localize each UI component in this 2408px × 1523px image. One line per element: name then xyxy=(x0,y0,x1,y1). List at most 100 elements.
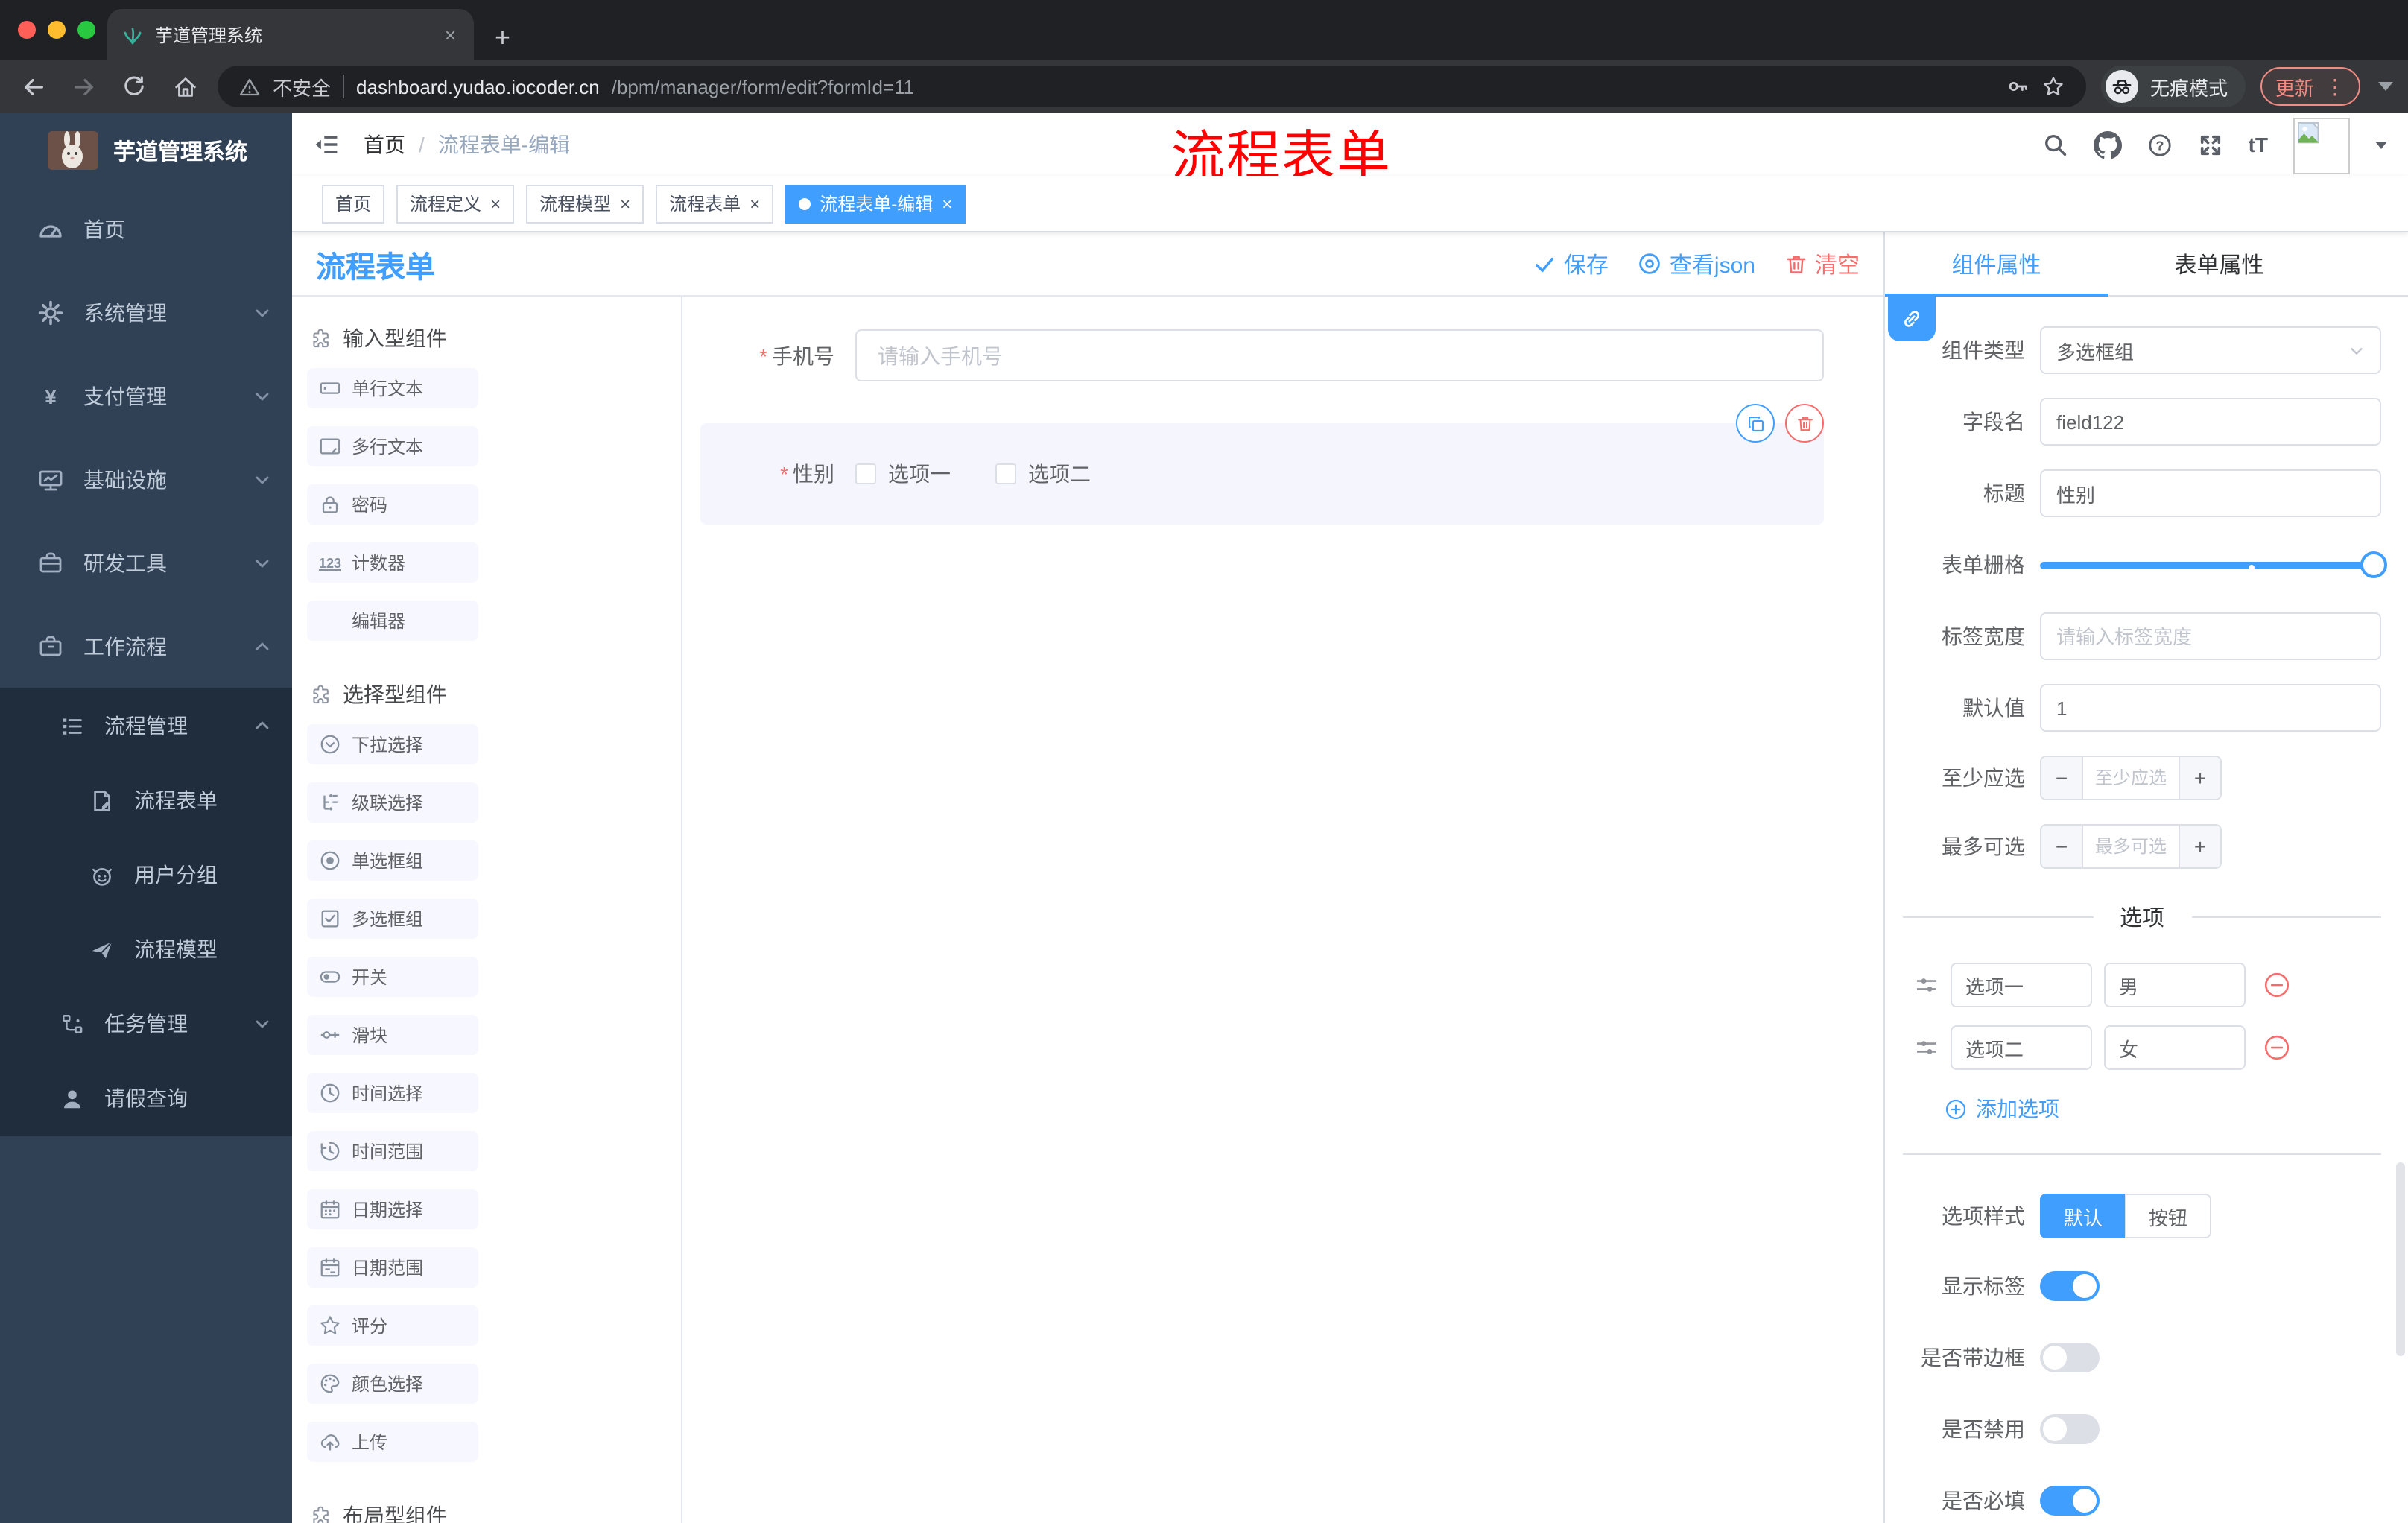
tab-form-props[interactable]: 表单属性 xyxy=(2108,232,2331,295)
font-size-icon[interactable]: tT xyxy=(2249,133,2268,156)
canvas-field-phone[interactable]: * 手机号 xyxy=(700,329,1824,381)
fullscreen-icon[interactable] xyxy=(2198,132,2223,157)
link-handle-button[interactable] xyxy=(1888,297,1936,341)
checkbox-box[interactable] xyxy=(995,463,1016,484)
drag-handle-icon[interactable] xyxy=(1915,1036,1939,1060)
component-color[interactable]: 颜色选择 xyxy=(307,1364,478,1404)
back-icon[interactable] xyxy=(15,69,51,104)
copy-component-button[interactable] xyxy=(1736,404,1775,443)
component-date-range[interactable]: 日期范围 xyxy=(307,1247,478,1288)
add-option-button[interactable]: 添加选项 xyxy=(1945,1094,2381,1124)
checkbox-box[interactable] xyxy=(855,463,876,484)
tab-close-icon[interactable]: × xyxy=(442,23,459,45)
avatar[interactable] xyxy=(2293,118,2350,174)
tag-process-form-edit[interactable]: 流程表单-编辑 × xyxy=(785,184,966,223)
save-button[interactable]: 保存 xyxy=(1534,248,1609,279)
default-value-input[interactable] xyxy=(2040,684,2381,732)
component-time[interactable]: 时间选择 xyxy=(307,1073,478,1113)
tag-close-icon[interactable]: × xyxy=(942,194,952,212)
browser-menu-icon[interactable]: ⋮ xyxy=(2325,74,2345,99)
breadcrumb-home[interactable]: 首页 xyxy=(364,130,405,159)
component-switch[interactable]: 开关 xyxy=(307,957,478,997)
sidebar-item-process-form[interactable]: 流程表单 xyxy=(0,763,292,838)
security-label[interactable]: 不安全 xyxy=(273,72,331,101)
border-toggle[interactable] xyxy=(2040,1343,2100,1372)
bookmark-star-icon[interactable] xyxy=(2041,75,2065,98)
tab-component-props[interactable]: 组件属性 xyxy=(1885,232,2108,295)
remove-option-button[interactable] xyxy=(2263,1034,2290,1061)
sidebar-item-infra[interactable]: 基础设施 xyxy=(0,438,292,522)
component-editor[interactable]: 编辑器 xyxy=(307,601,478,641)
reload-icon[interactable] xyxy=(116,69,152,104)
stepper-decrease-button[interactable]: − xyxy=(2041,826,2083,867)
address-bar[interactable]: 不安全 dashboard.yudao.iocoder.cn /bpm/mana… xyxy=(218,66,2086,107)
github-icon[interactable] xyxy=(2093,130,2122,159)
stepper-decrease-button[interactable]: − xyxy=(2041,757,2083,799)
component-slider[interactable]: 滑块 xyxy=(307,1015,478,1055)
required-toggle[interactable] xyxy=(2040,1486,2100,1516)
clear-button[interactable]: 清空 xyxy=(1785,248,1860,279)
checkbox-option-1[interactable]: 选项一 xyxy=(855,459,951,489)
sidebar-item-task-mgmt[interactable]: 任务管理 xyxy=(0,987,292,1061)
sidebar-logo[interactable]: 芋道管理系统 xyxy=(0,113,292,188)
grid-slider[interactable] xyxy=(2040,541,2387,589)
window-minimize-button[interactable] xyxy=(48,21,66,39)
min-select-input[interactable] xyxy=(2083,757,2179,799)
not-secure-warning-icon[interactable] xyxy=(238,75,261,98)
field-name-input[interactable] xyxy=(2040,398,2381,446)
component-time-range[interactable]: 时间范围 xyxy=(307,1131,478,1171)
window-zoom-button[interactable] xyxy=(77,21,95,39)
help-icon[interactable]: ? xyxy=(2147,132,2173,157)
style-default-button[interactable]: 默认 xyxy=(2040,1194,2126,1238)
home-icon[interactable] xyxy=(167,69,203,104)
sidebar-item-user-group[interactable]: 用户分组 xyxy=(0,838,292,912)
sidebar-item-system[interactable]: 系统管理 xyxy=(0,271,292,355)
tag-process-definition[interactable]: 流程定义 × xyxy=(396,184,515,223)
sidebar-item-leave-query[interactable]: 请假查询 xyxy=(0,1061,292,1136)
panel-scrollbar[interactable] xyxy=(2396,1162,2405,1356)
option-value-input[interactable] xyxy=(2104,1025,2246,1070)
search-icon[interactable] xyxy=(2043,132,2068,157)
label-width-input[interactable] xyxy=(2040,612,2381,660)
disabled-toggle[interactable] xyxy=(2040,1414,2100,1444)
component-radio-group[interactable]: 单选框组 xyxy=(307,840,478,881)
view-json-button[interactable]: 查看json xyxy=(1638,248,1755,279)
sidebar-item-home[interactable]: 首页 xyxy=(0,188,292,271)
show-label-toggle[interactable] xyxy=(2040,1271,2100,1301)
forward-icon[interactable] xyxy=(66,69,101,104)
toolbar-caret-icon[interactable] xyxy=(2378,82,2393,91)
component-multi-text[interactable]: 多行文本 xyxy=(307,426,478,466)
drag-handle-icon[interactable] xyxy=(1915,973,1939,997)
component-type-select[interactable]: 多选框组 xyxy=(2040,326,2381,374)
browser-tab[interactable]: 芋道管理系统 × xyxy=(107,9,474,60)
tag-close-icon[interactable]: × xyxy=(620,194,630,212)
option-name-input[interactable] xyxy=(1951,1025,2092,1070)
stepper-increase-button[interactable]: + xyxy=(2179,826,2220,867)
new-tab-button[interactable]: + xyxy=(495,24,510,51)
phone-input[interactable] xyxy=(855,329,1824,381)
remove-option-button[interactable] xyxy=(2263,972,2290,998)
sidebar-item-payment[interactable]: ¥ 支付管理 xyxy=(0,355,292,438)
component-checkbox-group[interactable]: 多选框组 xyxy=(307,899,478,939)
tag-process-model[interactable]: 流程模型 × xyxy=(526,184,644,223)
component-date[interactable]: 日期选择 xyxy=(307,1189,478,1229)
tag-close-icon[interactable]: × xyxy=(750,194,760,212)
sidebar-collapse-icon[interactable] xyxy=(313,131,340,158)
max-select-input[interactable] xyxy=(2083,826,2179,867)
sidebar-item-process-mgmt[interactable]: 流程管理 xyxy=(0,688,292,763)
delete-component-button[interactable] xyxy=(1785,404,1824,443)
component-cascader[interactable]: 级联选择 xyxy=(307,782,478,823)
password-key-icon[interactable] xyxy=(2006,75,2030,98)
component-select[interactable]: 下拉选择 xyxy=(307,724,478,764)
sidebar-item-workflow[interactable]: 工作流程 xyxy=(0,605,292,688)
component-upload[interactable]: 上传 xyxy=(307,1422,478,1462)
tag-home[interactable]: 首页 xyxy=(322,184,385,223)
component-rate[interactable]: 评分 xyxy=(307,1305,478,1346)
slider-handle[interactable] xyxy=(2360,551,2387,578)
style-button-button[interactable]: 按钮 xyxy=(2125,1194,2212,1238)
option-name-input[interactable] xyxy=(1951,963,2092,1007)
window-close-button[interactable] xyxy=(18,21,36,39)
browser-update-button[interactable]: 更新 ⋮ xyxy=(2260,67,2360,106)
stepper-increase-button[interactable]: + xyxy=(2179,757,2220,799)
sidebar-item-process-model[interactable]: 流程模型 xyxy=(0,912,292,987)
